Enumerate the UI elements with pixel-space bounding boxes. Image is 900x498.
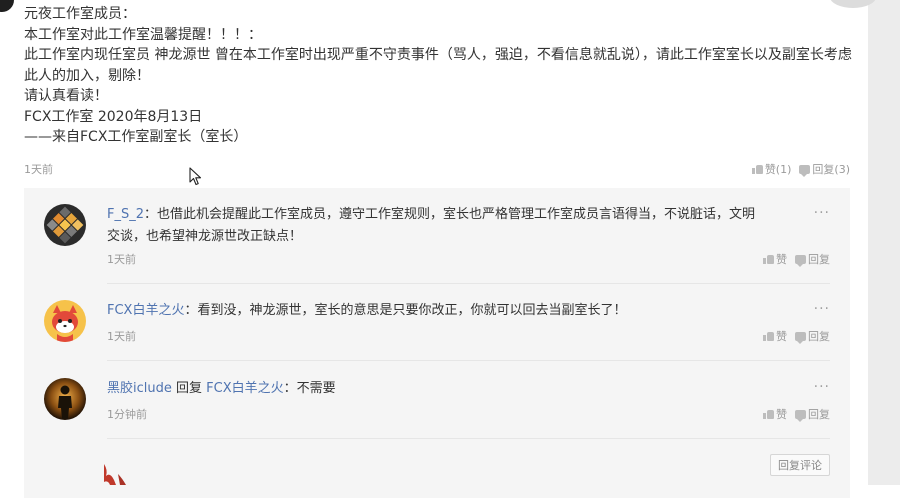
post-line: 此工作室内现任室员 神龙源世 曾在本工作室时出现严重不守责事件（骂人，强迫，不看… — [24, 47, 852, 84]
reply-divider — [107, 283, 830, 284]
thumbs-up-icon — [751, 164, 763, 174]
reply-divider — [107, 360, 830, 361]
reply-reply-label: 回复 — [808, 408, 830, 421]
reply-panel: F_S_2：也借此机会提醒此工作室成员，遵守工作室规则，室长也严格管理工作室成员… — [24, 188, 850, 498]
reply-separator: ： — [283, 381, 297, 396]
post-line: ——来自FCX工作室副室长（室长） — [24, 129, 248, 145]
comment-icon — [795, 331, 806, 344]
reply-reply-button[interactable]: 回复 — [795, 328, 830, 344]
reply-text: 看到没，神龙源世，室长的意思是只要你改正，你就可以回去当副室长了！ — [197, 303, 627, 318]
reply-reply-label: 回复 — [808, 330, 830, 343]
post-like-label: 赞(1) — [764, 163, 792, 176]
reply-comment-button[interactable]: 回复评论 — [770, 454, 830, 476]
reply-body: 黑胶iclude 回复 FCX白羊之火：不需要 — [107, 378, 767, 400]
post-like-button[interactable]: 赞(1) — [751, 161, 792, 177]
reply-text: 不需要 — [296, 381, 336, 396]
reply-username[interactable]: 黑胶iclude — [107, 381, 172, 396]
reply-username[interactable]: F_S_2 — [107, 207, 144, 222]
reply-actions: 赞 回复 — [763, 251, 830, 267]
post-line: 本工作室对此工作室温馨提醒！！！： — [24, 26, 262, 43]
avatar[interactable] — [44, 300, 86, 342]
thumbs-up-icon — [763, 254, 774, 264]
reply-actions: 赞 回复 — [763, 406, 830, 422]
more-options-icon[interactable]: ··· — [814, 301, 830, 317]
cube-avatar-icon — [44, 204, 86, 246]
fox-avatar-icon — [44, 300, 86, 342]
reply-reply-button[interactable]: 回复 — [795, 251, 830, 267]
reply-mid: 回复 — [171, 381, 207, 396]
reply-like-label: 赞 — [776, 408, 787, 421]
post-line: 元夜工作室成员： — [24, 6, 136, 22]
avatar[interactable] — [44, 204, 86, 246]
post-reply-button[interactable]: 回复(3) — [799, 161, 850, 177]
reply-time: 1天前 — [107, 253, 136, 266]
post-line: 请认真看读！ — [24, 88, 108, 104]
comment-icon — [799, 164, 811, 177]
partial-avatar — [0, 0, 14, 12]
reply-like-label: 赞 — [776, 330, 787, 343]
thumbs-up-icon — [763, 409, 774, 419]
reply-actions: 赞 回复 — [763, 328, 830, 344]
reply-reply-label: 回复 — [808, 253, 830, 266]
post-reply-label: 回复(3) — [812, 163, 850, 176]
thumbs-up-icon — [763, 331, 774, 341]
reply-target-username[interactable]: FCX白羊之火 — [206, 381, 283, 396]
reply-time: 1分钟前 — [107, 408, 147, 421]
post-line: FCX工作室 2020年8月13日 — [24, 108, 203, 125]
comment-icon — [795, 409, 806, 422]
mouse-cursor-icon — [189, 167, 202, 186]
reply-text: 也借此机会提醒此工作室成员，遵守工作室规则，室长也严格管理工作室成员言语得当，不… — [107, 207, 756, 244]
more-options-icon[interactable]: ··· — [814, 205, 830, 221]
reply-like-button[interactable]: 赞 — [763, 406, 787, 422]
reply-reply-button[interactable]: 回复 — [795, 406, 830, 422]
reply-separator: ： — [144, 207, 158, 222]
reply-time: 1天前 — [107, 330, 136, 343]
post-meta: 1天前 赞(1) 回复(3) — [24, 161, 850, 177]
comment-icon — [795, 254, 806, 267]
silhouette-avatar-icon — [44, 378, 86, 420]
reply-divider — [107, 438, 830, 439]
reply-like-button[interactable]: 赞 — [763, 251, 787, 267]
right-gutter — [868, 0, 900, 485]
reply-like-button[interactable]: 赞 — [763, 328, 787, 344]
reply-like-label: 赞 — [776, 253, 787, 266]
more-options-icon[interactable]: ··· — [814, 379, 830, 395]
reply-body: F_S_2：也借此机会提醒此工作室成员，遵守工作室规则，室长也严格管理工作室成员… — [107, 204, 767, 248]
post-content: 元夜工作室成员： 本工作室对此工作室温馨提醒！！！： 此工作室内现任室员 神龙源… — [24, 4, 854, 148]
reply-separator: ： — [184, 303, 198, 318]
reply-body: FCX白羊之火：看到没，神龙源世，室长的意思是只要你改正，你就可以回去当副室长了… — [107, 300, 767, 322]
avatar[interactable] — [44, 378, 86, 420]
post-actions: 赞(1) 回复(3) — [751, 161, 850, 177]
post-time: 1天前 — [24, 163, 53, 176]
reply-username[interactable]: FCX白羊之火 — [107, 303, 184, 318]
decoration-icon — [104, 464, 126, 485]
